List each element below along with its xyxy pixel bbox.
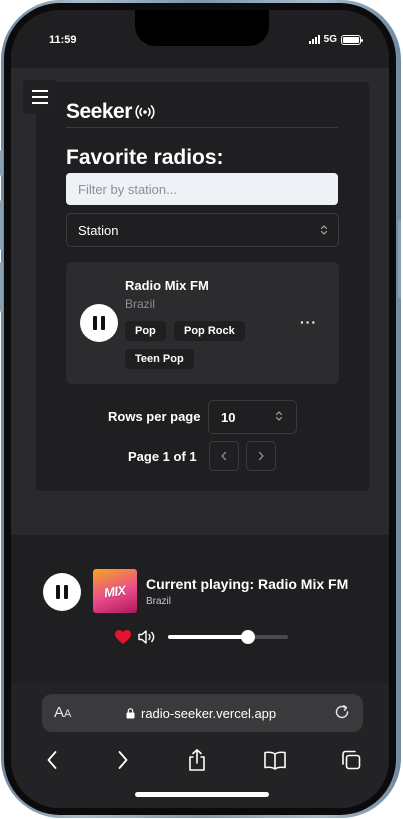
now-playing-title: Current playing: Radio Mix FM: [146, 576, 349, 592]
url-text: radio-seeker.vercel.app: [141, 706, 277, 721]
chevron-updown-icon: [320, 224, 328, 236]
chevron-left-icon: [221, 451, 227, 461]
status-bar: 11:59 5G: [11, 10, 389, 68]
page-content: Seeker Favorite radios: Station: [11, 68, 389, 535]
share-button[interactable]: [182, 745, 212, 775]
book-icon: [264, 751, 286, 770]
heart-icon[interactable]: [114, 629, 132, 645]
reload-icon: [335, 705, 349, 719]
station-logo-text: MIX: [103, 582, 127, 600]
rows-per-page-label: Rows per page: [108, 409, 201, 424]
genre-tag: Teen Pop: [125, 349, 194, 369]
menu-icon-bar: [32, 102, 48, 104]
genre-tag: Pop: [125, 321, 166, 341]
pause-icon-bar: [101, 316, 105, 330]
browser-toolbar: AA radio-seeker.vercel.app: [11, 683, 389, 808]
chevron-right-icon: [118, 751, 128, 769]
volume-slider[interactable]: [168, 630, 288, 644]
back-button[interactable]: [37, 745, 67, 775]
status-indicators: 5G: [308, 34, 363, 45]
logo-text: Seeker: [66, 100, 132, 123]
now-playing-bar: MIX Current playing: Radio Mix FM Brazil: [11, 535, 389, 683]
aa-small: A: [64, 708, 72, 720]
previous-page-button[interactable]: [209, 441, 239, 471]
url-display: radio-seeker.vercel.app: [126, 706, 276, 721]
menu-button[interactable]: [23, 80, 57, 114]
volume-slider-fill: [168, 635, 249, 639]
forward-button[interactable]: [108, 745, 138, 775]
home-indicator: [135, 792, 269, 797]
browser-nav-row: [11, 745, 389, 775]
pause-icon: [56, 585, 60, 599]
radio-list-item[interactable]: Radio Mix FM Brazil Pop Pop Rock Teen Po…: [66, 262, 339, 384]
network-label: 5G: [323, 34, 337, 45]
volume-slider-thumb[interactable]: [241, 630, 256, 644]
menu-icon-bar: [32, 96, 48, 98]
page-title: Favorite radios:: [66, 146, 224, 169]
phone-volume-up-button: [0, 200, 3, 250]
chevron-updown-icon: [275, 410, 283, 425]
sort-select-value: Station: [78, 222, 119, 238]
menu-icon: [32, 90, 48, 92]
pause-icon-bar: [64, 585, 68, 599]
player-controls: [114, 629, 288, 645]
app-logo[interactable]: Seeker: [66, 100, 155, 124]
tabs-button[interactable]: [336, 745, 366, 775]
chevron-right-icon: [258, 451, 264, 461]
phone-screen: 11:59 5G Seeker Favorite radios: Filter …: [11, 10, 389, 808]
signal-icon: [308, 35, 320, 44]
station-cover: MIX: [93, 569, 137, 613]
pause-button[interactable]: [80, 304, 118, 342]
pause-icon: [93, 316, 97, 330]
radio-waves-icon: [135, 105, 155, 119]
bookmarks-button[interactable]: [260, 745, 290, 775]
genre-tag: Pop Rock: [174, 321, 245, 341]
battery-icon: [341, 34, 363, 45]
phone-power-button: [398, 220, 401, 298]
reader-settings-button[interactable]: AA: [54, 704, 71, 721]
rows-per-page-value: 10: [221, 409, 236, 425]
lock-icon: [126, 708, 135, 719]
address-bar[interactable]: AA radio-seeker.vercel.app: [42, 694, 363, 732]
speaker-icon[interactable]: [137, 629, 159, 645]
chevron-left-icon: [47, 751, 57, 769]
share-icon: [189, 749, 205, 771]
dynamic-island: [135, 10, 269, 46]
aa-large: A: [54, 704, 65, 721]
rows-per-page-select[interactable]: 10: [208, 400, 297, 434]
more-options-button[interactable]: ···: [300, 314, 317, 330]
favorites-card: Seeker Favorite radios: Station: [36, 82, 369, 491]
status-time: 11:59: [49, 34, 77, 46]
reload-button[interactable]: [333, 703, 351, 726]
sort-select[interactable]: Station: [66, 213, 339, 247]
tabs-icon: [342, 750, 361, 770]
radio-country: Brazil: [125, 297, 156, 311]
page-indicator: Page 1 of 1: [128, 449, 197, 464]
radio-name: Radio Mix FM: [125, 278, 209, 293]
filter-station-input[interactable]: [66, 173, 338, 205]
next-page-button[interactable]: [246, 441, 276, 471]
player-pause-button[interactable]: [43, 573, 81, 611]
header-divider: [66, 127, 338, 128]
now-playing-country: Brazil: [146, 596, 172, 607]
phone-side-button: [0, 150, 3, 176]
phone-volume-down-button: [0, 262, 3, 312]
